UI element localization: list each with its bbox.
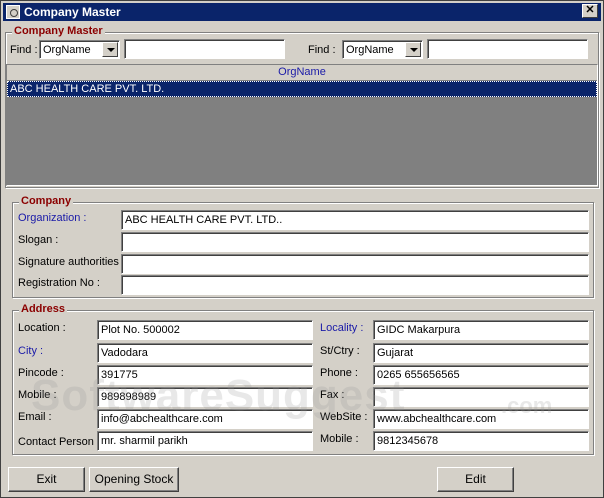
find-left-label: Find : [10,44,38,56]
registration-field[interactable] [121,275,589,295]
email-label: Email : [18,411,52,423]
chevron-down-icon[interactable] [405,42,421,57]
find-right-combo-value: OrgName [346,44,394,56]
locality-label: Locality : [320,322,364,334]
find-right-label: Find : [308,44,336,56]
org-grid[interactable]: OrgName ABC HEALTH CARE PVT. LTD. [6,64,598,186]
state-country-field[interactable]: Gujarat [373,343,589,363]
pincode-label: Pincode : [18,367,64,379]
find-right-combo[interactable]: OrgName [342,40,423,59]
city-field[interactable]: Vadodara [97,343,313,363]
find-left-input[interactable] [124,39,285,59]
fax-field[interactable] [373,387,589,407]
slogan-label: Slogan : [18,234,59,246]
city-label: City : [18,345,44,357]
phone-field[interactable]: 0265 655656565 [373,365,589,385]
pincode-field[interactable]: 391775 [97,365,313,385]
location-label: Location : [18,322,66,334]
grid-row[interactable]: ABC HEALTH CARE PVT. LTD. [7,81,597,97]
find-left-combo[interactable]: OrgName [39,40,120,59]
mobile-label: Mobile : [18,389,57,401]
email-field[interactable]: info@abchealthcare.com [97,409,313,429]
signature-field[interactable] [121,254,589,274]
edit-button[interactable]: Edit [437,467,514,492]
locality-field[interactable]: GIDC Makarpura [373,320,589,340]
app-gear-icon [6,5,20,19]
contact-person-label: Contact Person : [18,436,100,448]
company-master-group-title: Company Master [12,25,105,37]
mobile2-field[interactable]: 9812345678 [373,431,589,451]
chevron-down-icon[interactable] [102,42,118,57]
address-group-title: Address [19,303,68,315]
website-label: WebSite : [320,411,368,423]
contact-person-field[interactable]: mr. sharmil parikh [97,431,313,451]
fax-label: Fax : [320,389,345,401]
company-master-window: Company Master ✕ Company Master Find : O… [0,0,604,498]
opening-stock-button[interactable]: Opening Stock [89,467,179,492]
signature-label: Signature authorities : [18,256,126,268]
close-button[interactable]: ✕ [582,4,598,18]
location-field[interactable]: Plot No. 500002 [97,320,313,340]
organization-field[interactable]: ABC HEALTH CARE PVT. LTD.. [121,210,589,230]
find-left-combo-value: OrgName [43,44,91,56]
mobile-field[interactable]: 989898989 [97,387,313,407]
organization-label: Organization : [18,212,87,224]
phone-label: Phone : [320,367,358,379]
company-group-title: Company [19,195,74,207]
slogan-field[interactable] [121,232,589,252]
window-title: Company Master [24,5,121,19]
registration-label: Registration No : [18,277,100,289]
title-bar: Company Master ✕ [3,3,601,21]
exit-button[interactable]: Exit [8,467,85,492]
state-country-label: St/Ctry : [320,345,360,357]
find-right-input[interactable] [427,39,588,59]
mobile2-label: Mobile : [320,433,359,445]
grid-header-orgname[interactable]: OrgName [7,65,597,81]
website-field[interactable]: www.abchealthcare.com [373,409,589,429]
